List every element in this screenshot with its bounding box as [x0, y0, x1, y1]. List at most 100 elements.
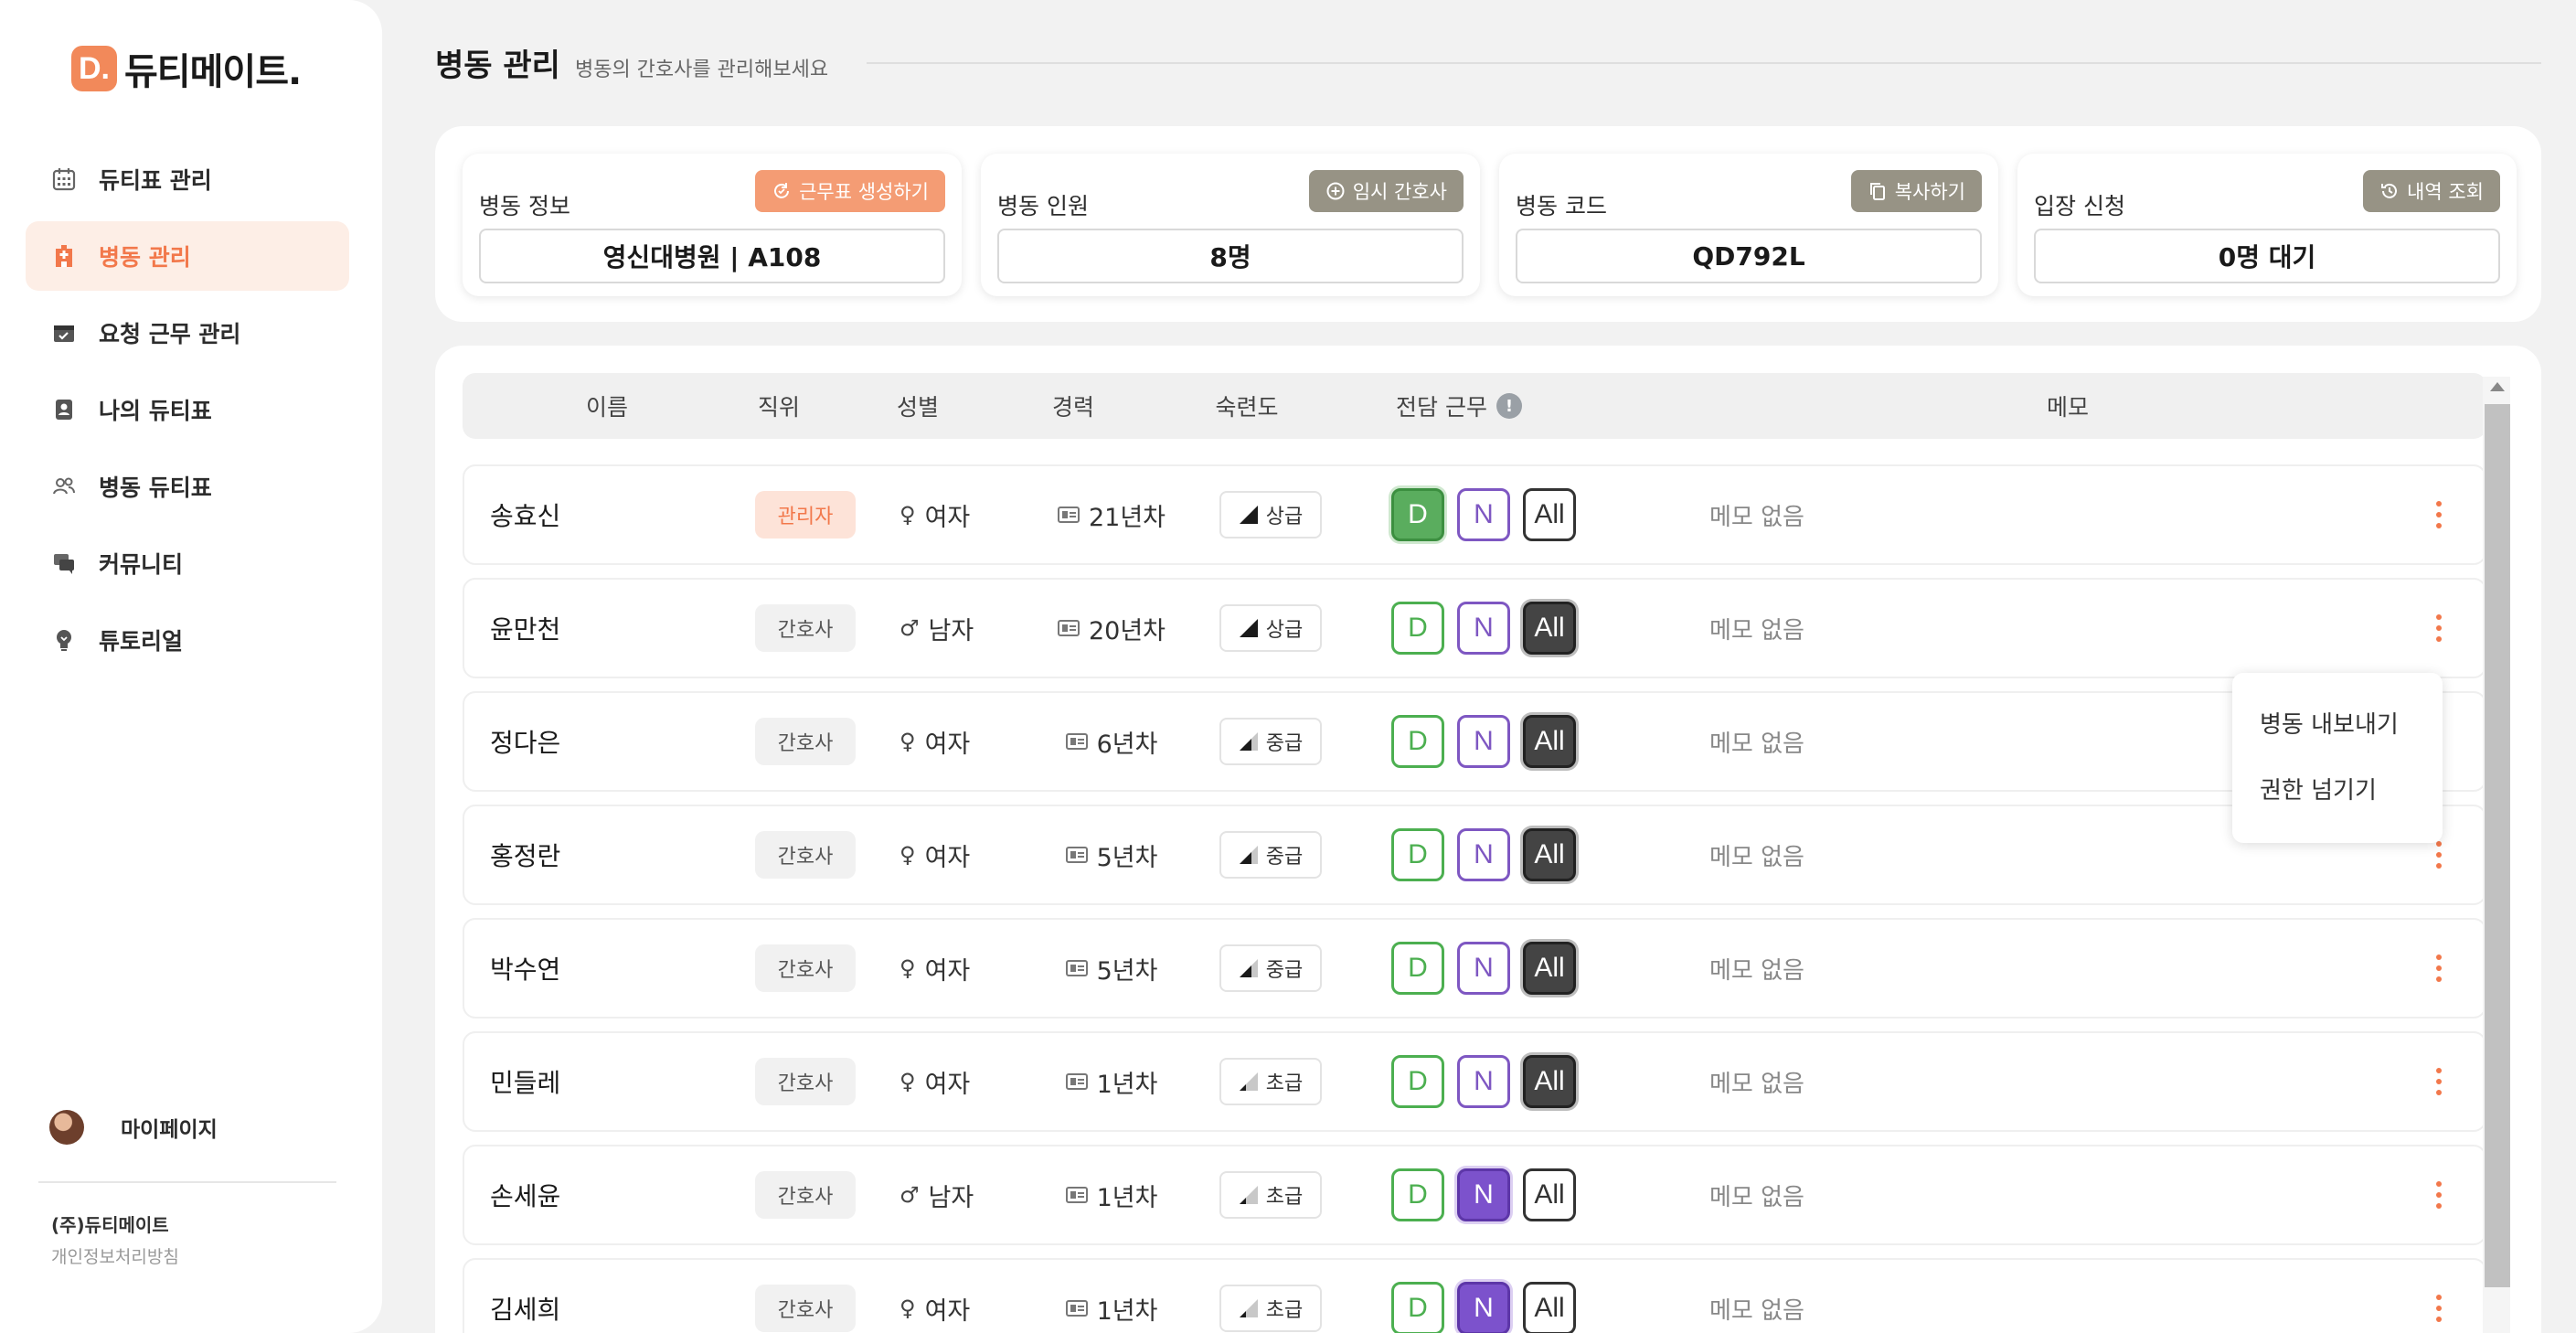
duty-night-toggle[interactable]: N: [1457, 488, 1510, 541]
memo-text[interactable]: 메모 없음: [1709, 920, 1804, 1017]
more-options-icon[interactable]: [2421, 1033, 2457, 1130]
scrollbar-thumb[interactable]: [2485, 404, 2510, 1287]
sidebar-nav: 듀티표 관리 병동 관리 요청 근무 관리 나의 듀티표 병동 듀티표 커뮤니티…: [26, 144, 349, 682]
duty-day-toggle[interactable]: D: [1391, 602, 1444, 655]
menu-item-transfer-admin[interactable]: 권한 넘기기: [2260, 772, 2377, 805]
duty-toggle-group: D N All: [1391, 920, 1589, 1017]
person-badge-icon: [51, 397, 77, 422]
sidebar-item-my-duty[interactable]: 나의 듀티표: [26, 375, 349, 444]
button-label: 근무표 생성하기: [799, 181, 929, 203]
more-options-icon[interactable]: [2421, 1146, 2457, 1243]
sidebar-item-ward-management[interactable]: 병동 관리: [26, 221, 349, 291]
calendar-icon: [51, 166, 77, 192]
duty-all-toggle[interactable]: All: [1523, 1168, 1576, 1221]
skill-badge: 초급: [1219, 1058, 1322, 1105]
memo-text[interactable]: 메모 없음: [1709, 466, 1804, 563]
table-row: 정다은 간호사 ♀ 여자 6년차 중급 D N All 메모 없음: [463, 691, 2486, 792]
duty-toggle-group: D N All: [1391, 1260, 1589, 1333]
column-header-skill: 숙련도: [1215, 394, 1279, 421]
duty-night-toggle[interactable]: N: [1457, 1168, 1510, 1221]
logo[interactable]: D. 듀티메이트.: [71, 42, 302, 95]
hospital-icon: [51, 243, 77, 269]
sidebar-item-duty-management[interactable]: 듀티표 관리: [26, 144, 349, 214]
duty-day-toggle[interactable]: D: [1391, 942, 1444, 995]
privacy-policy-link[interactable]: 개인정보처리방침: [51, 1243, 179, 1268]
skill-level-icon: [1239, 732, 1258, 751]
skill-level-icon: [1239, 1186, 1258, 1204]
column-header-duty-label: 전담 근무: [1396, 394, 1487, 421]
page-header: 병동 관리 병동의 간호사를 관리해보세요: [435, 40, 828, 85]
skill-level-icon: [1239, 506, 1258, 524]
sidebar-item-request-management[interactable]: 요청 근무 관리: [26, 298, 349, 368]
duty-day-toggle[interactable]: D: [1391, 1055, 1444, 1108]
create-schedule-button[interactable]: 근무표 생성하기: [755, 170, 945, 212]
sidebar-item-label: 요청 근무 관리: [99, 321, 241, 347]
sidebar-item-community[interactable]: 커뮤니티: [26, 528, 349, 598]
memo-text[interactable]: 메모 없음: [1709, 1146, 1804, 1243]
duty-all-toggle[interactable]: All: [1523, 828, 1576, 881]
memo-text[interactable]: 메모 없음: [1709, 1033, 1804, 1130]
duty-all-toggle[interactable]: All: [1523, 715, 1576, 768]
gender-label: 여자: [924, 730, 971, 759]
duty-toggle-group: D N All: [1391, 806, 1589, 903]
temp-nurse-button[interactable]: 임시 간호사: [1308, 170, 1464, 212]
gender-label: 여자: [924, 1296, 971, 1326]
memo-text[interactable]: 메모 없음: [1709, 806, 1804, 903]
mypage-link[interactable]: 마이페이지: [49, 1110, 218, 1145]
sidebar-item-tutorial[interactable]: 튜토리얼: [26, 605, 349, 675]
skill-cell: 초급: [1219, 1033, 1322, 1130]
duty-day-toggle[interactable]: D: [1391, 1168, 1444, 1221]
duty-all-toggle[interactable]: All: [1523, 488, 1576, 541]
gender-label: 여자: [924, 956, 971, 986]
memo-text[interactable]: 메모 없음: [1709, 580, 1804, 677]
ward-code-card: 병동 코드 복사하기 QD792L: [1499, 154, 1998, 296]
duty-all-toggle[interactable]: All: [1523, 602, 1576, 655]
logo-mark: D.: [71, 46, 117, 91]
career-label: 1년차: [1096, 1183, 1158, 1212]
id-card-icon: [1065, 1073, 1088, 1090]
duty-all-toggle[interactable]: All: [1523, 1282, 1576, 1333]
duty-night-toggle[interactable]: N: [1457, 942, 1510, 995]
duty-day-toggle[interactable]: D: [1391, 1282, 1444, 1333]
menu-item-remove-from-ward[interactable]: 병동 내보내기: [2260, 706, 2399, 740]
memo-text[interactable]: 메모 없음: [1709, 693, 1804, 790]
duty-all-toggle[interactable]: All: [1523, 1055, 1576, 1108]
position-badge: 간호사: [755, 1285, 856, 1332]
duty-day-toggle[interactable]: D: [1391, 488, 1444, 541]
gender-cell: ♀ 여자: [899, 693, 970, 790]
duty-night-toggle[interactable]: N: [1457, 828, 1510, 881]
row-action-menu: 병동 내보내기 권한 넘기기: [2232, 673, 2443, 843]
skill-cell: 초급: [1219, 1146, 1322, 1243]
career-label: 20년차: [1088, 616, 1166, 645]
card-title: 입장 신청: [2034, 193, 2125, 219]
duty-night-toggle[interactable]: N: [1457, 1282, 1510, 1333]
copy-code-button[interactable]: 복사하기: [1850, 170, 1982, 212]
sidebar-item-ward-duty[interactable]: 병동 듀티표: [26, 452, 349, 521]
position-badge: 간호사: [755, 944, 856, 992]
more-options-icon[interactable]: [2421, 920, 2457, 1017]
info-icon[interactable]: !: [1496, 393, 1522, 419]
duty-day-toggle[interactable]: D: [1391, 715, 1444, 768]
more-options-icon[interactable]: [2421, 1260, 2457, 1333]
duty-night-toggle[interactable]: N: [1457, 715, 1510, 768]
skill-badge: 중급: [1219, 831, 1322, 879]
duty-toggle-group: D N All: [1391, 580, 1589, 677]
duty-night-toggle[interactable]: N: [1457, 1055, 1510, 1108]
duty-toggle-group: D N All: [1391, 466, 1589, 563]
more-options-icon[interactable]: [2421, 466, 2457, 563]
skill-level-icon: [1239, 619, 1258, 637]
career-cell: 5년차: [1038, 920, 1185, 1017]
duty-day-toggle[interactable]: D: [1391, 828, 1444, 881]
view-history-button[interactable]: 내역 조회: [2363, 170, 2500, 212]
more-options-icon[interactable]: [2421, 580, 2457, 677]
ward-code-value: QD792L: [1516, 229, 1982, 283]
duty-night-toggle[interactable]: N: [1457, 602, 1510, 655]
career-label: 1년차: [1096, 1070, 1158, 1099]
female-icon: ♀: [899, 502, 916, 528]
memo-text[interactable]: 메모 없음: [1709, 1260, 1804, 1333]
column-header-duty: 전담 근무 !: [1396, 373, 1522, 439]
gender-cell: ♀ 여자: [899, 920, 970, 1017]
scroll-up-arrow-icon[interactable]: [2490, 382, 2505, 391]
duty-all-toggle[interactable]: All: [1523, 942, 1576, 995]
career-cell: 21년차: [1038, 466, 1185, 563]
